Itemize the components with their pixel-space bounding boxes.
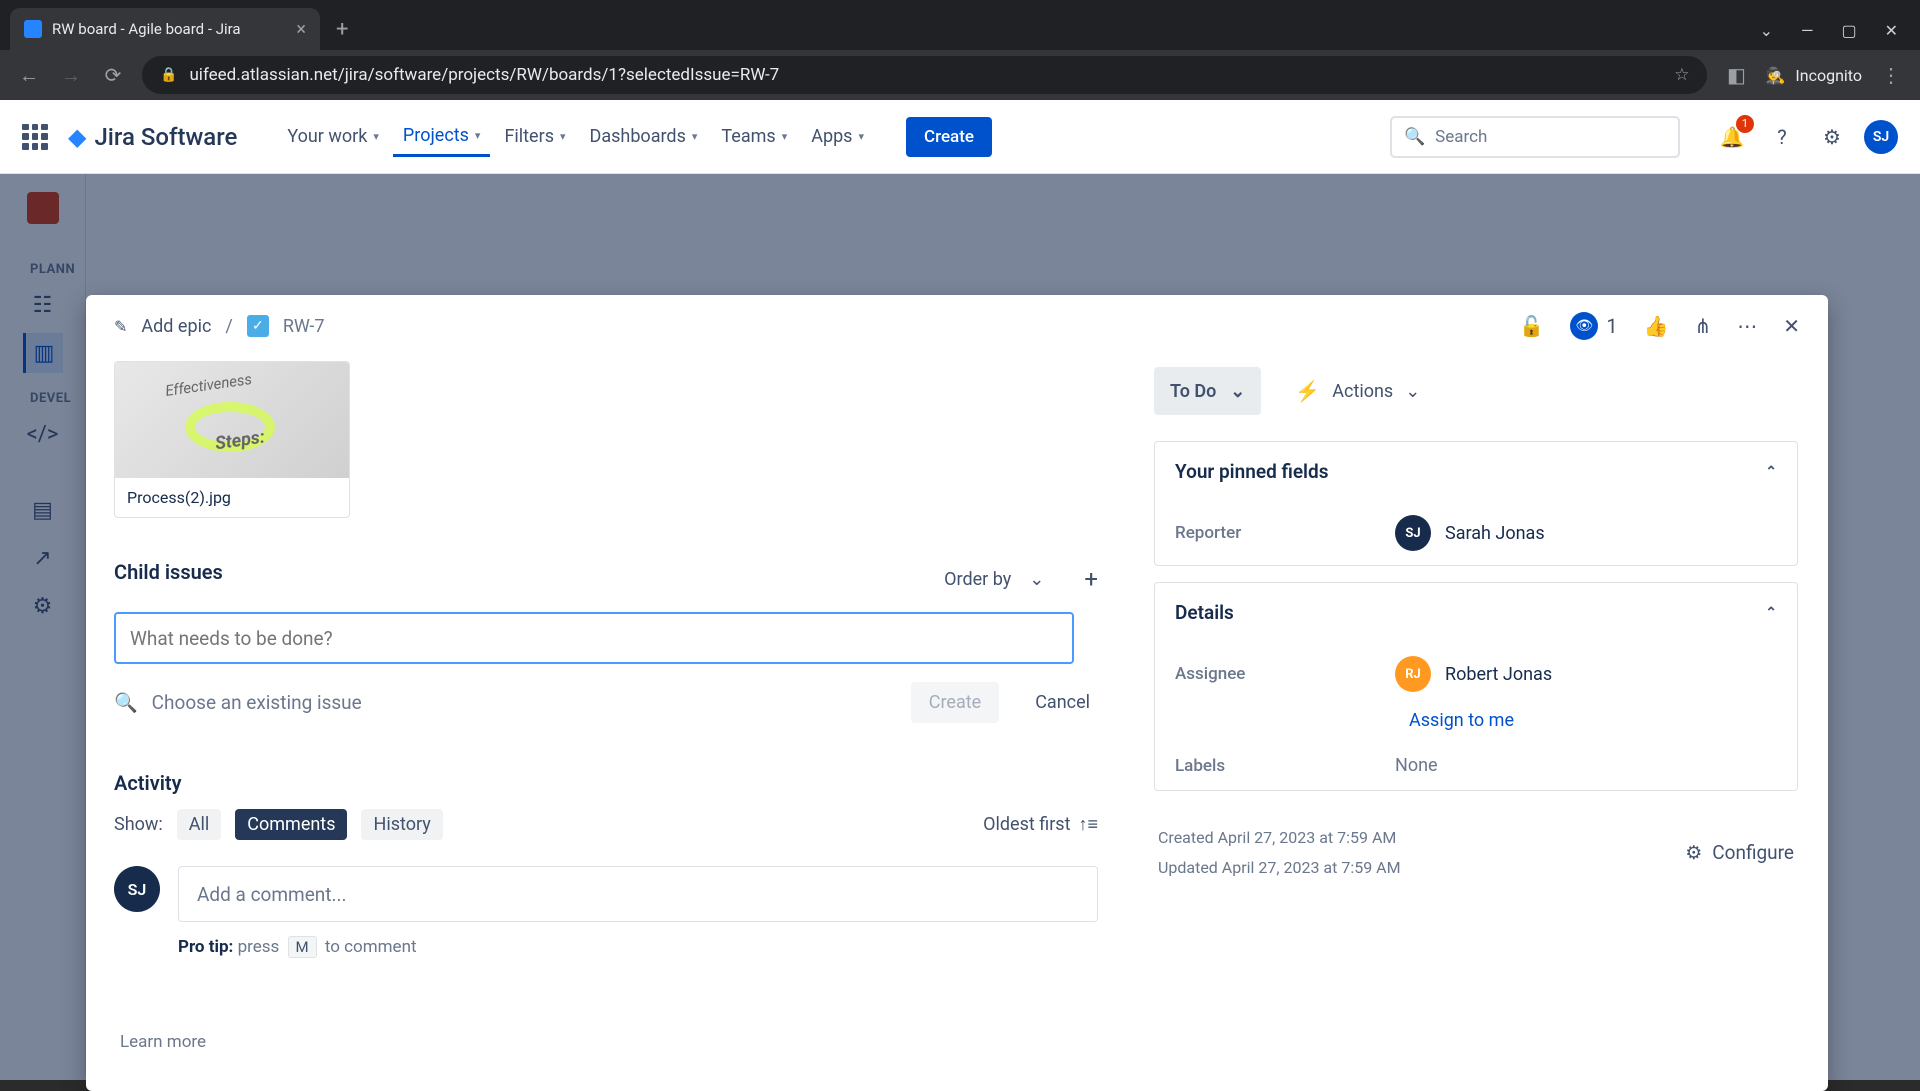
incognito-indicator[interactable]: 🕵️ Incognito xyxy=(1765,66,1862,85)
gear-icon: ⚙ xyxy=(1685,835,1702,871)
commenter-avatar: SJ xyxy=(114,866,160,912)
create-button[interactable]: Create xyxy=(906,117,992,157)
chevron-down-icon: ▾ xyxy=(782,130,788,143)
create-child-button: Create xyxy=(911,682,999,723)
task-type-icon[interactable]: ✓ xyxy=(247,315,269,337)
like-icon[interactable]: 👍 xyxy=(1644,314,1669,338)
activity-heading: Activity xyxy=(114,771,1098,795)
more-actions-icon[interactable]: ⋯ xyxy=(1737,314,1757,338)
chrome-tabs-dropdown-icon[interactable]: ⌄ xyxy=(1760,21,1773,40)
close-window-icon[interactable]: ✕ xyxy=(1885,21,1898,40)
assignee-field[interactable]: Assignee RJ Robert Jonas xyxy=(1155,642,1797,706)
search-input[interactable]: 🔍 Search xyxy=(1390,116,1680,158)
learn-more-link[interactable]: Learn more xyxy=(120,1032,206,1052)
nav-dashboards[interactable]: Dashboards▾ xyxy=(580,117,708,157)
app-switcher-icon[interactable] xyxy=(22,124,48,150)
activity-tab-history[interactable]: History xyxy=(361,809,442,840)
reporter-field[interactable]: Reporter SJ Sarah Jonas xyxy=(1155,501,1797,565)
watch-button[interactable]: 👁 1 xyxy=(1570,312,1617,340)
updated-timestamp: Updated April 27, 2023 at 7:59 AM xyxy=(1158,853,1401,883)
chevron-down-icon: ▾ xyxy=(373,130,379,143)
maximize-icon[interactable]: ▢ xyxy=(1841,21,1856,40)
choose-existing-issue-link[interactable]: 🔍 Choose an existing issue xyxy=(114,691,362,714)
extensions-icon[interactable]: ◧ xyxy=(1723,63,1749,87)
search-icon: 🔍 xyxy=(1404,127,1425,147)
chevron-down-icon: ▾ xyxy=(858,130,864,143)
chevron-down-icon: ▾ xyxy=(560,130,566,143)
jira-favicon xyxy=(24,20,42,38)
actions-dropdown[interactable]: ⚡ Actions ⌄ xyxy=(1279,367,1436,415)
nav-teams[interactable]: Teams▾ xyxy=(711,117,797,157)
chevron-down-icon: ⌄ xyxy=(1405,381,1420,402)
status-dropdown[interactable]: To Do ⌄ xyxy=(1154,367,1261,415)
notification-badge: 1 xyxy=(1736,115,1754,133)
sort-icon: ↑≡ xyxy=(1078,814,1098,835)
notifications-icon[interactable]: 🔔1 xyxy=(1714,119,1750,155)
chevron-up-icon: ⌃ xyxy=(1765,605,1777,621)
chevron-down-icon: ⌄ xyxy=(1029,569,1044,590)
issue-modal: ✎ Add epic / ✓ RW-7 🔓 👁 1 👍 ⋔ ⋯ ✕ xyxy=(86,295,1828,1091)
new-tab-button[interactable]: + xyxy=(320,17,364,50)
search-icon: 🔍 xyxy=(114,691,138,714)
child-issue-input[interactable] xyxy=(114,612,1074,664)
address-bar[interactable]: 🔒 uifeed.atlassian.net/jira/software/pro… xyxy=(142,56,1707,94)
chrome-menu-icon[interactable]: ⋮ xyxy=(1878,63,1904,87)
nav-apps[interactable]: Apps▾ xyxy=(801,117,874,157)
browser-tab[interactable]: RW board - Agile board - Jira × xyxy=(10,8,320,50)
bolt-icon: ⚡ xyxy=(1295,379,1320,403)
created-timestamp: Created April 27, 2023 at 7:59 AM xyxy=(1158,823,1401,853)
activity-tab-all[interactable]: All xyxy=(177,809,222,840)
attachment-thumbnail xyxy=(115,362,349,478)
back-icon[interactable]: ← xyxy=(16,63,42,88)
profile-avatar[interactable]: SJ xyxy=(1864,120,1898,154)
order-by-dropdown[interactable]: Order by ⌄ xyxy=(944,569,1044,590)
reload-icon[interactable]: ⟳ xyxy=(100,63,126,87)
configure-button[interactable]: ⚙ Configure xyxy=(1685,823,1794,884)
pencil-icon: ✎ xyxy=(114,317,127,336)
chevron-down-icon: ▾ xyxy=(692,130,698,143)
breadcrumb-separator: / xyxy=(225,316,232,337)
nav-filters[interactable]: Filters▾ xyxy=(494,117,575,157)
url-text: uifeed.atlassian.net/jira/software/proje… xyxy=(189,65,779,85)
comment-protip: Pro tip: press M to comment xyxy=(178,936,1098,958)
show-label: Show: xyxy=(114,814,163,835)
activity-tab-comments[interactable]: Comments xyxy=(235,809,347,840)
bookmark-icon[interactable]: ☆ xyxy=(1674,65,1689,85)
jira-logo[interactable]: ◆ Jira Software xyxy=(68,123,237,151)
forward-icon: → xyxy=(58,63,84,88)
jira-mark-icon: ◆ xyxy=(68,123,86,151)
reporter-avatar: SJ xyxy=(1395,515,1431,551)
chevron-down-icon: ▾ xyxy=(475,129,481,142)
nav-projects[interactable]: Projects▾ xyxy=(393,117,491,157)
incognito-icon: 🕵️ xyxy=(1765,66,1785,85)
minimize-icon[interactable]: ― xyxy=(1801,21,1814,40)
issue-key[interactable]: RW-7 xyxy=(283,316,325,337)
nav-your-work[interactable]: Your work▾ xyxy=(277,117,389,157)
attachment-filename: Process(2).jpg xyxy=(115,478,349,517)
comment-input[interactable]: Add a comment... xyxy=(178,866,1098,922)
share-icon[interactable]: ⋔ xyxy=(1694,314,1711,338)
lock-icon: 🔒 xyxy=(160,67,177,83)
close-modal-icon[interactable]: ✕ xyxy=(1783,314,1800,338)
assignee-avatar: RJ xyxy=(1395,656,1431,692)
sort-toggle[interactable]: Oldest first ↑≡ xyxy=(983,814,1098,835)
attachment-card[interactable]: Process(2).jpg xyxy=(114,361,350,518)
pinned-fields-header[interactable]: Your pinned fields ⌃ xyxy=(1155,442,1797,501)
tab-title: RW board - Agile board - Jira xyxy=(52,20,241,38)
settings-icon[interactable]: ⚙ xyxy=(1814,119,1850,155)
labels-field[interactable]: Labels None xyxy=(1155,741,1797,790)
cancel-child-button[interactable]: Cancel xyxy=(1027,682,1098,723)
lock-open-icon[interactable]: 🔓 xyxy=(1519,314,1544,338)
eye-icon: 👁 xyxy=(1570,312,1598,340)
chevron-down-icon: ⌄ xyxy=(1230,381,1245,402)
add-epic-link[interactable]: Add epic xyxy=(141,316,211,337)
add-child-issue-icon[interactable]: + xyxy=(1084,565,1098,593)
child-issues-heading: Child issues xyxy=(114,560,223,584)
chevron-up-icon: ⌃ xyxy=(1765,464,1777,480)
close-tab-icon[interactable]: × xyxy=(296,19,306,40)
assign-to-me-link[interactable]: Assign to me xyxy=(1389,710,1797,731)
details-header[interactable]: Details ⌃ xyxy=(1155,583,1797,642)
help-icon[interactable]: ? xyxy=(1764,119,1800,155)
